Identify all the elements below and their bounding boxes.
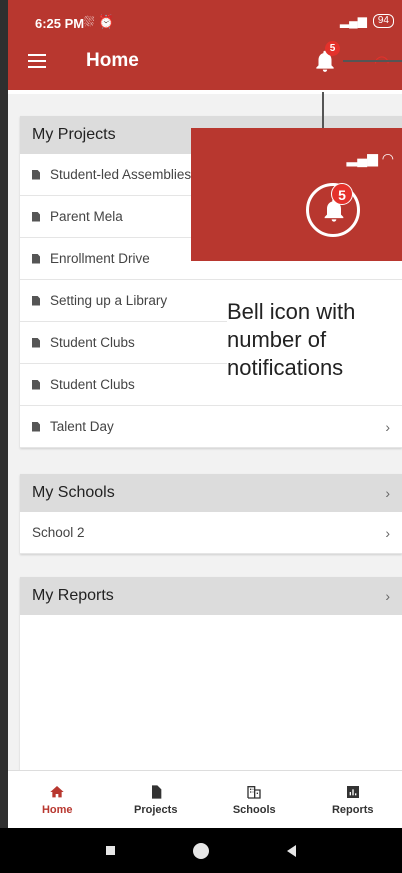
zoom-callout: ▂▄▆ ◠ 5: [191, 128, 402, 261]
schools-header-label: My Schools: [32, 484, 115, 501]
project-label: Student Clubs: [50, 377, 135, 392]
callout-caption: Bell icon with number of notifications: [227, 298, 402, 382]
document-icon: [32, 169, 40, 180]
project-label: Student Clubs: [50, 335, 135, 350]
menu-button[interactable]: [28, 50, 50, 72]
project-label: Student-led Assemblies: [50, 167, 192, 182]
callout-badge: 5: [331, 183, 353, 205]
nav-home-label: Home: [41, 803, 73, 816]
signal-icon: ▂▄▆: [339, 14, 367, 28]
bar-chart-icon: [346, 785, 359, 798]
nav-reports[interactable]: Reports: [304, 771, 402, 828]
document-icon: [32, 253, 40, 264]
school-item[interactable]: School 2 ›: [20, 512, 402, 554]
signal-wifi-icon: ▂▄▆ ◠: [346, 150, 394, 166]
reports-card: My Reports ›: [20, 577, 402, 772]
status-time: 6:25 PM: [35, 16, 85, 31]
project-label: Parent Mela: [50, 209, 123, 224]
nav-schools-label: Schools: [232, 803, 276, 816]
schools-header[interactable]: My Schools ›: [20, 474, 402, 512]
chevron-right-icon: ›: [385, 524, 390, 541]
notification-badge: 5: [325, 41, 340, 56]
app-bar: 6:25 PM ⛆ ⏰ ▂▄▆ 94 Home 5 ◠: [8, 0, 402, 90]
bottom-nav: Home Projects Schools Reports: [8, 770, 402, 828]
document-icon: [151, 784, 162, 799]
project-label: Talent Day: [50, 419, 114, 434]
document-icon: [32, 211, 40, 222]
document-icon: [32, 337, 40, 348]
project-label: Setting up a Library: [50, 293, 168, 308]
schools-card: My Schools › School 2 ›: [20, 474, 402, 554]
document-icon: [32, 421, 40, 432]
battery-icon: 94: [372, 14, 394, 28]
reports-header-label: My Reports: [32, 587, 114, 604]
system-nav-bar: [0, 828, 402, 873]
home-system-button[interactable]: [193, 842, 209, 859]
recents-button[interactable]: [106, 846, 115, 855]
nav-schools[interactable]: Schools: [205, 771, 304, 828]
chevron-right-icon: ›: [385, 418, 390, 435]
nav-projects[interactable]: Projects: [107, 771, 206, 828]
building-icon: [247, 785, 261, 799]
projects-header-label: My Projects: [32, 126, 116, 143]
status-icons: ⛆ ⏰: [84, 14, 115, 29]
project-item[interactable]: Talent Day ›: [20, 406, 402, 448]
page-title: Home: [86, 50, 139, 71]
annotation-connector: [343, 60, 402, 62]
reports-header[interactable]: My Reports ›: [20, 577, 402, 615]
chevron-right-icon: ›: [385, 485, 390, 501]
notification-bell-button[interactable]: 5: [312, 41, 340, 76]
status-right: ▂▄▆ 94: [340, 14, 394, 28]
back-button[interactable]: [287, 844, 296, 857]
nav-home[interactable]: Home: [8, 771, 107, 828]
nav-projects-label: Projects: [134, 803, 178, 816]
status-bar: 6:25 PM ⛆ ⏰ ▂▄▆ 94: [8, 0, 402, 44]
home-icon: [50, 785, 64, 797]
chevron-right-icon: ›: [385, 588, 390, 604]
wifi-icon: ◠: [374, 52, 390, 72]
school-label: School 2: [32, 525, 85, 540]
document-icon: [32, 295, 40, 306]
nav-reports-label: Reports: [331, 803, 374, 816]
project-label: Enrollment Drive: [50, 251, 150, 266]
document-icon: [32, 379, 40, 390]
